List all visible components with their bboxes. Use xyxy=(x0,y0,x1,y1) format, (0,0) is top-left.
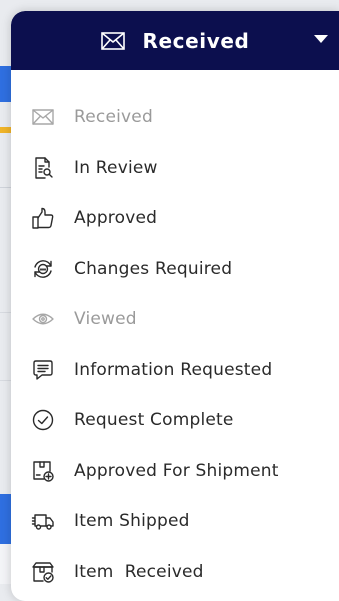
package-add-icon xyxy=(32,460,54,482)
status-option-request-complete[interactable]: Request Complete xyxy=(11,395,339,446)
status-option-in-review[interactable]: In Review xyxy=(11,143,339,194)
status-option-item-received[interactable]: Item Received xyxy=(11,547,339,598)
envelope-icon xyxy=(100,31,125,50)
status-options-list: Received In Review Approved Changes Requ… xyxy=(11,70,339,597)
thumbs-up-icon xyxy=(32,207,54,229)
status-option-label: Changes Required xyxy=(74,258,233,279)
envelope-icon xyxy=(32,106,54,128)
status-option-viewed[interactable]: Viewed xyxy=(11,294,339,345)
status-option-label: Received xyxy=(74,107,153,128)
status-option-received[interactable]: Received xyxy=(11,92,339,143)
status-option-label: Item Received xyxy=(74,561,204,582)
check-circle-icon xyxy=(32,409,54,431)
status-dropdown-toggle[interactable]: Received xyxy=(11,11,339,70)
status-option-item-shipped[interactable]: Item Shipped xyxy=(11,496,339,547)
status-option-label: Information Requested xyxy=(74,359,273,380)
eye-icon xyxy=(32,308,54,330)
chat-bubble-icon xyxy=(32,359,54,381)
status-option-information-requested[interactable]: Information Requested xyxy=(11,345,339,396)
chevron-down-icon[interactable] xyxy=(314,35,328,43)
status-option-label: Viewed xyxy=(74,309,137,330)
package-received-icon xyxy=(32,561,54,583)
document-search-icon xyxy=(32,157,54,179)
status-option-changes-required[interactable]: Changes Required xyxy=(11,244,339,295)
status-option-label: Approved For Shipment xyxy=(74,460,279,481)
status-dropdown: Received Received In Review Approved Cha… xyxy=(11,11,339,601)
status-option-label: In Review xyxy=(74,157,158,178)
refresh-cycle-icon xyxy=(32,258,54,280)
status-option-label: Request Complete xyxy=(74,410,234,431)
status-option-label: Item Shipped xyxy=(74,511,190,532)
status-option-approved[interactable]: Approved xyxy=(11,193,339,244)
status-option-approved-for-shipment[interactable]: Approved For Shipment xyxy=(11,446,339,497)
selected-status-label: Received xyxy=(142,28,250,53)
status-option-label: Approved xyxy=(74,208,158,229)
delivery-truck-icon xyxy=(31,510,54,532)
